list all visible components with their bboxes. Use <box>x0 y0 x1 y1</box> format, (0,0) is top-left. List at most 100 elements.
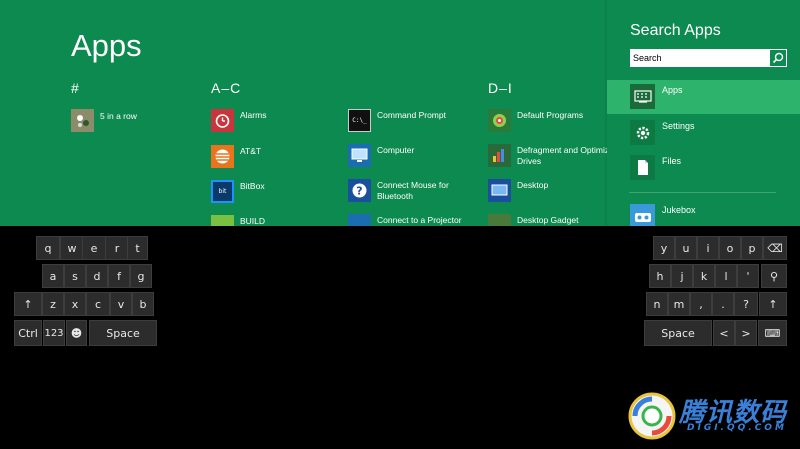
key-x[interactable]: x <box>64 292 86 316</box>
apps-view: Apps # A–C D–I 5 in a row Alarms AT&T bi… <box>0 0 607 226</box>
search-scope-apps[interactable]: Apps <box>607 80 800 114</box>
app-tile-alarms[interactable]: Alarms <box>211 109 341 137</box>
qq-digi-watermark: 腾讯数码 DIGI.QQ.COM <box>627 390 797 442</box>
key-question[interactable]: ? <box>734 292 758 316</box>
key-r[interactable]: r <box>105 236 129 260</box>
key-apostrophe[interactable]: ' <box>737 264 759 288</box>
key-w[interactable]: w <box>60 236 84 260</box>
bluetooth-help-icon: ? <box>348 179 371 202</box>
projector-icon <box>348 214 371 226</box>
search-scope-label: Settings <box>662 121 695 131</box>
computer-icon <box>348 144 371 167</box>
key-f[interactable]: f <box>108 264 130 288</box>
default-programs-icon <box>488 109 511 132</box>
group-header-a-c: A–C <box>211 80 242 96</box>
key-z[interactable]: z <box>42 292 64 316</box>
key-d[interactable]: d <box>86 264 108 288</box>
app-label: 5 in a row <box>100 111 137 121</box>
app-tile-desktop[interactable]: Desktop <box>488 179 607 207</box>
search-pane-title: Search Apps <box>630 22 721 39</box>
app-tile-5-in-a-row[interactable]: 5 in a row <box>71 109 201 137</box>
app-label: Default Programs <box>517 110 584 120</box>
app-label: Command Prompt <box>377 110 446 120</box>
search-scope-settings[interactable]: Settings <box>607 116 800 150</box>
key-space-left[interactable]: Space <box>89 320 157 346</box>
key-a[interactable]: a <box>42 264 64 288</box>
app-tile-bitbox[interactable]: bit BitBox <box>211 180 341 208</box>
key-q[interactable]: q <box>36 236 60 260</box>
key-123[interactable]: 123 <box>43 320 65 346</box>
defragment-icon <box>488 144 511 167</box>
app-tile-att[interactable]: AT&T <box>211 145 341 173</box>
key-e[interactable]: e <box>82 236 106 260</box>
key-u[interactable]: u <box>675 236 697 260</box>
key-left[interactable]: < <box>713 320 735 346</box>
watermark-subtext: DIGI.QQ.COM <box>687 423 787 433</box>
key-n[interactable]: n <box>646 292 668 316</box>
group-header-hash: # <box>71 80 80 96</box>
key-shift-left[interactable]: ↑ <box>14 292 42 316</box>
search-scope-label: Files <box>662 156 682 166</box>
app-tile-desktop-gadget[interactable]: Desktop Gadget <box>488 214 607 226</box>
app-tile-connect-projector[interactable]: Connect to a Projector <box>348 214 478 226</box>
key-p[interactable]: p <box>741 236 763 260</box>
jukebox-icon <box>630 204 655 226</box>
app-tile-default-programs[interactable]: Default Programs <box>488 109 607 137</box>
search-charm-pane: Search Apps Apps Settings Files <box>607 0 800 226</box>
app-label: Connect to a Projector <box>377 215 462 225</box>
key-backspace[interactable]: ⌫ <box>763 236 787 260</box>
app-tile-computer[interactable]: Computer <box>348 144 478 172</box>
key-y[interactable]: y <box>653 236 675 260</box>
app-label: Connect Mouse for Bluetooth <box>377 180 449 201</box>
key-v[interactable]: v <box>110 292 132 316</box>
key-shift-right[interactable]: ↑ <box>759 292 787 316</box>
key-emoji[interactable]: ☻ <box>66 320 87 346</box>
key-t[interactable]: t <box>127 236 148 260</box>
qq-logo-icon <box>628 392 676 440</box>
bitbox-icon: bit <box>211 180 234 203</box>
app-label: BitBox <box>240 181 265 191</box>
key-h[interactable]: h <box>649 264 671 288</box>
app-tile-command-prompt[interactable]: C:\_ Command Prompt <box>348 109 478 137</box>
search-scope-label: Apps <box>662 85 683 95</box>
group-header-d-i: D–I <box>488 80 513 96</box>
key-space-right[interactable]: Space <box>644 320 712 346</box>
app-label: AT&T <box>240 146 262 156</box>
key-c[interactable]: c <box>86 292 110 316</box>
key-b[interactable]: b <box>132 292 154 316</box>
app-label: Desktop <box>517 180 549 190</box>
svg-text:?: ? <box>356 185 362 198</box>
key-m[interactable]: m <box>668 292 690 316</box>
key-g[interactable]: g <box>130 264 152 288</box>
desktop-gadget-icon <box>488 214 511 226</box>
search-button[interactable] <box>770 50 786 66</box>
search-input[interactable] <box>633 51 761 64</box>
key-ctrl[interactable]: Ctrl <box>14 320 42 346</box>
app-tile-build[interactable]: BUILD <box>211 215 341 226</box>
app-label: Desktop Gadget <box>517 215 579 225</box>
screen: Apps # A–C D–I 5 in a row Alarms AT&T bi… <box>0 0 800 449</box>
app-label: Defragment and Optimize Drives <box>517 145 607 166</box>
key-o[interactable]: o <box>719 236 741 260</box>
five-in-a-row-icon <box>71 109 94 132</box>
key-j[interactable]: j <box>671 264 693 288</box>
search-scope-files[interactable]: Files <box>607 151 800 185</box>
key-keyboard-switch[interactable]: ⌨ <box>758 320 787 346</box>
app-tile-connect-mouse[interactable]: ? Connect Mouse for Bluetooth <box>348 179 478 207</box>
key-search[interactable]: ⚲ <box>761 264 787 288</box>
app-label: Alarms <box>240 110 267 120</box>
build-icon <box>211 215 234 226</box>
search-scope-label: Jukebox <box>662 205 696 215</box>
key-comma[interactable]: , <box>690 292 712 316</box>
key-i[interactable]: i <box>697 236 719 260</box>
key-right[interactable]: > <box>735 320 757 346</box>
key-k[interactable]: k <box>693 264 715 288</box>
search-pane-divider <box>629 192 776 193</box>
app-label: Computer <box>377 145 415 155</box>
key-l[interactable]: l <box>715 264 737 288</box>
key-s[interactable]: s <box>64 264 86 288</box>
app-tile-defragment[interactable]: Defragment and Optimize Drives <box>488 144 607 172</box>
search-scope-jukebox[interactable]: Jukebox <box>607 200 800 226</box>
key-period[interactable]: . <box>712 292 734 316</box>
att-globe-icon <box>211 145 234 168</box>
